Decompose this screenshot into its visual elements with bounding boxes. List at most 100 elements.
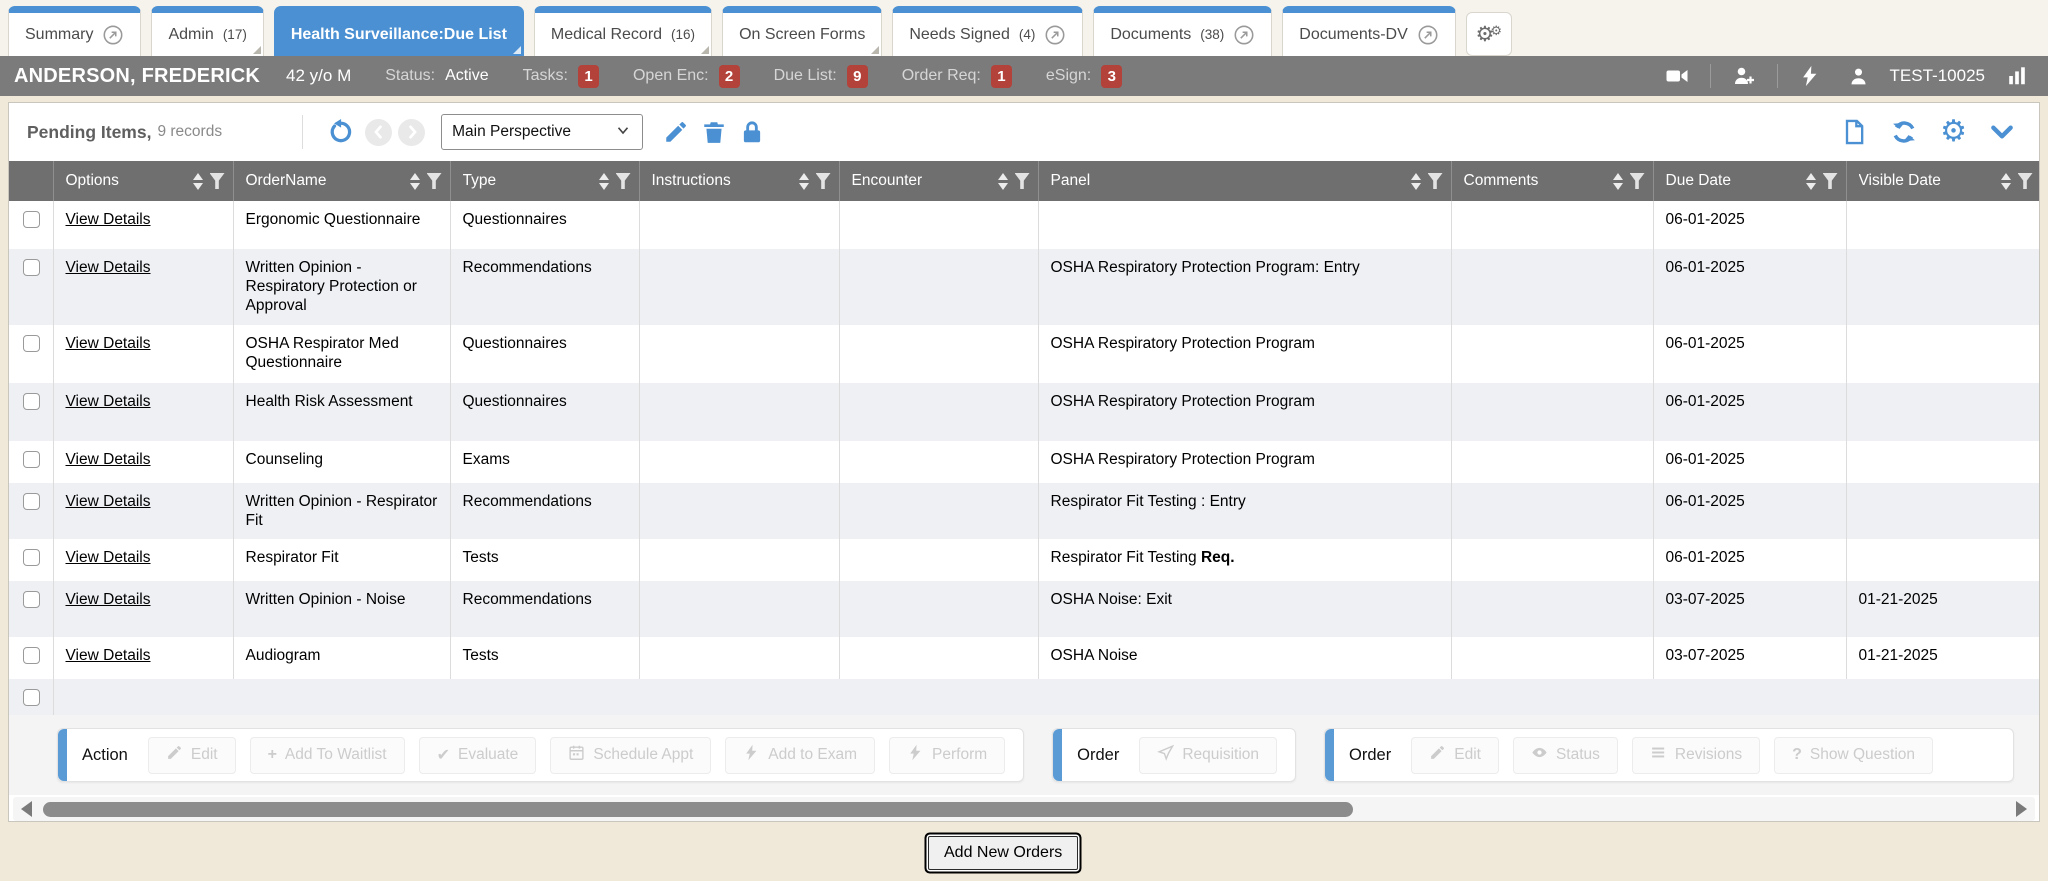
chevron-left-icon[interactable] — [365, 119, 392, 146]
encounter-cell — [839, 539, 1038, 581]
chevron-right-icon[interactable] — [398, 119, 425, 146]
open-new-window-icon[interactable] — [102, 24, 124, 46]
tab-documents-dv[interactable]: Documents-DV — [1282, 6, 1455, 56]
column-header-ordername: OrderName — [233, 161, 450, 201]
counter-badge[interactable]: 9 — [847, 65, 868, 88]
row-checkbox[interactable] — [23, 393, 40, 410]
row-checkbox[interactable] — [23, 591, 40, 608]
counter-badge[interactable]: 2 — [719, 65, 740, 88]
add-to-waitlist-button[interactable]: +Add To Waitlist — [250, 737, 405, 774]
filter-funnel-icon[interactable] — [816, 173, 831, 189]
person-add-icon[interactable] — [1726, 64, 1762, 88]
evaluate-button[interactable]: ✔Evaluate — [419, 737, 537, 774]
button-label: Add To Waitlist — [285, 746, 387, 764]
tab-needs-signed[interactable]: Needs Signed(4) — [892, 6, 1083, 56]
open-new-window-icon[interactable] — [1044, 24, 1066, 46]
filter-funnel-icon[interactable] — [210, 173, 225, 189]
horizontal-scrollbar[interactable] — [13, 797, 2035, 821]
scroll-left-arrow-icon[interactable] — [21, 801, 32, 817]
sort-icon[interactable] — [193, 173, 203, 190]
edit-button[interactable]: Edit — [148, 737, 236, 774]
requisition-button[interactable]: Requisition — [1139, 737, 1277, 774]
row-checkbox[interactable] — [23, 549, 40, 566]
row-checkbox[interactable] — [23, 689, 40, 706]
view-details-link[interactable]: View Details — [66, 211, 151, 228]
new-document-icon[interactable] — [1834, 118, 1874, 146]
encounter-cell — [839, 581, 1038, 637]
view-details-link[interactable]: View Details — [66, 493, 151, 510]
patient-status: Status: Active — [385, 67, 488, 85]
sort-icon[interactable] — [1613, 173, 1623, 190]
add-new-orders-button[interactable]: Add New Orders — [928, 836, 1078, 870]
counter-badge[interactable]: 1 — [991, 65, 1012, 88]
filter-funnel-icon[interactable] — [2018, 173, 2033, 189]
view-details-link[interactable]: View Details — [66, 591, 151, 608]
bolt-icon[interactable] — [1793, 65, 1827, 87]
edit-button[interactable]: Edit — [1411, 737, 1499, 774]
status-button[interactable]: Status — [1513, 737, 1618, 774]
tab-on-screen-forms[interactable]: On Screen Forms — [722, 6, 882, 56]
panel-cell: Respirator Fit Testing : Entry — [1038, 483, 1451, 539]
open-new-window-icon[interactable] — [1417, 24, 1439, 46]
panel-cell: OSHA Respiratory Protection Program — [1038, 383, 1451, 441]
tab-medical-record[interactable]: Medical Record(16) — [534, 6, 712, 56]
sort-icon[interactable] — [998, 173, 1008, 190]
filter-funnel-icon[interactable] — [1015, 173, 1030, 189]
sort-icon[interactable] — [799, 173, 809, 190]
row-checkbox[interactable] — [23, 211, 40, 228]
counter-badge[interactable]: 3 — [1101, 65, 1122, 88]
tab-admin[interactable]: Admin(17) — [151, 6, 263, 56]
show-question-button[interactable]: ?Show Question — [1774, 737, 1933, 774]
sort-icon[interactable] — [1411, 173, 1421, 190]
pending-items-panel: Pending Items, 9 records Main Perspectiv… — [8, 102, 2040, 822]
view-details-link[interactable]: View Details — [66, 451, 151, 468]
scroll-right-arrow-icon[interactable] — [2016, 801, 2027, 817]
counter-label: Due List: — [774, 67, 837, 85]
schedule-appt-button[interactable]: Schedule Appt — [550, 737, 711, 774]
bar-chart-icon[interactable] — [2000, 65, 2034, 87]
row-checkbox[interactable] — [23, 451, 40, 468]
row-checkbox[interactable] — [23, 335, 40, 352]
tab-label: Needs Signed — [909, 26, 1010, 44]
filter-funnel-icon[interactable] — [1428, 173, 1443, 189]
scrollbar-thumb[interactable] — [43, 802, 1353, 817]
add-to-exam-button[interactable]: Add to Exam — [725, 737, 875, 774]
view-details-link[interactable]: View Details — [66, 549, 151, 566]
tab-label: Documents — [1110, 26, 1191, 44]
view-details-link[interactable]: View Details — [66, 335, 151, 352]
counter-badge[interactable]: 1 — [578, 65, 599, 88]
revisions-button[interactable]: Revisions — [1632, 737, 1760, 774]
video-camera-icon[interactable] — [1659, 64, 1695, 88]
filter-funnel-icon[interactable] — [1630, 173, 1645, 189]
row-checkbox[interactable] — [23, 647, 40, 664]
gear-icon[interactable]: ⚙ — [1934, 117, 1973, 147]
sort-icon[interactable] — [1806, 173, 1816, 190]
filter-funnel-icon[interactable] — [427, 173, 442, 189]
perspective-select[interactable]: Main Perspective — [441, 114, 643, 150]
row-checkbox[interactable] — [23, 493, 40, 510]
perform-button[interactable]: Perform — [889, 737, 1005, 774]
table-row: View Details OSHA Respirator Med Questio… — [9, 325, 2040, 383]
filter-funnel-icon[interactable] — [1823, 173, 1838, 189]
view-details-link[interactable]: View Details — [66, 647, 151, 664]
view-details-link[interactable]: View Details — [66, 259, 151, 276]
tab-summary[interactable]: Summary — [8, 6, 141, 56]
trash-icon[interactable] — [695, 119, 733, 145]
view-details-link[interactable]: View Details — [66, 393, 151, 410]
tab-documents[interactable]: Documents(38) — [1093, 6, 1272, 56]
visible-date-cell — [1846, 483, 2040, 539]
pencil-icon[interactable] — [657, 119, 695, 145]
sort-icon[interactable] — [2001, 173, 2011, 190]
filter-funnel-icon[interactable] — [616, 173, 631, 189]
refresh-icon[interactable] — [1884, 118, 1924, 146]
lock-icon[interactable] — [733, 119, 771, 145]
chevron-down-icon[interactable] — [1983, 119, 2021, 145]
row-checkbox[interactable] — [23, 259, 40, 276]
undo-icon[interactable] — [321, 119, 359, 145]
sort-icon[interactable] — [410, 173, 420, 190]
tab-settings-button[interactable]: ⚙⚙ — [1466, 12, 1512, 56]
open-new-window-icon[interactable] — [1233, 24, 1255, 46]
person-icon[interactable] — [1842, 66, 1875, 87]
tab-health-surveillance-due-list[interactable]: Health Surveillance:Due List — [274, 6, 524, 56]
sort-icon[interactable] — [599, 173, 609, 190]
